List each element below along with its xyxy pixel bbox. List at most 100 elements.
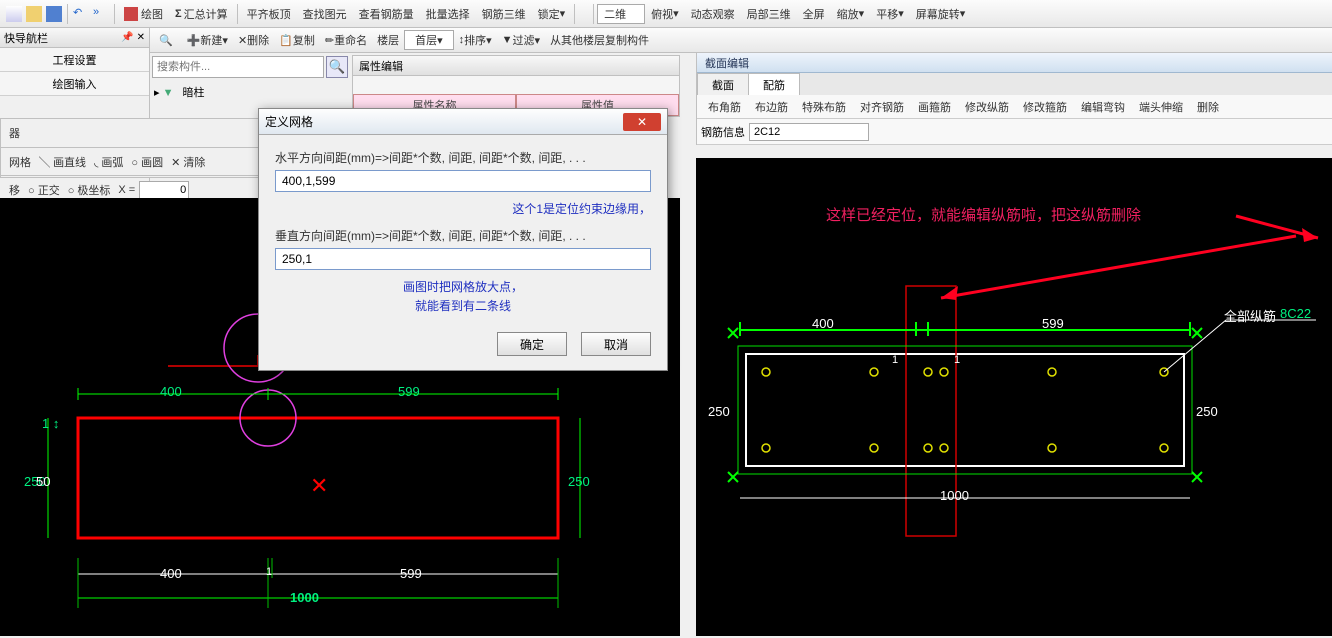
r-dim-1000: 1000 — [940, 488, 969, 503]
dim-599-top: 599 — [398, 384, 420, 399]
tool-modify-long[interactable]: 修改纵筋 — [958, 99, 1016, 115]
new-icon[interactable] — [6, 6, 22, 22]
svg-text:✕: ✕ — [310, 473, 328, 498]
x-input[interactable] — [139, 181, 189, 199]
floor-label: 楼层 — [372, 32, 404, 48]
tool-draw-stirrup[interactable]: 画箍筋 — [911, 99, 958, 115]
tool-special-bar[interactable]: 特殊布筋 — [795, 99, 853, 115]
section-editor-title: 截面编辑 — [697, 53, 1332, 73]
draw-arc-button[interactable]: ◟ 画弧 — [90, 154, 127, 170]
component-toolbar: 🔍 ➕ 新建 ▾ ✕ 删除 📋 复制 ✏ 重命名 楼层 首层 ▾ ↕ 排序 ▾ … — [150, 28, 1332, 53]
rebar-info-label: 钢筋信息 — [701, 124, 745, 140]
copy-component-button[interactable]: 📋 复制 — [274, 32, 320, 48]
r-dim-1a: 1 — [892, 354, 898, 366]
ortho-radio[interactable]: ○ 正交 — [24, 182, 64, 198]
view-2d-select[interactable]: 二维 — [597, 4, 645, 24]
main-toolbar: ↶ » 绘图 Σ汇总计算 平齐板顶 查找图元 查看钢筋量 批量选择 钢筋三维 锁… — [0, 0, 1332, 28]
draw-circle-button[interactable]: ○ 画圆 — [127, 154, 167, 170]
draw-toolstrip: 器 网格 ╲ 画直线 ◟ 画弧 ○ 画圆 ✕ 清除 移 ○ 正交 ○ 极坐标 X… — [0, 118, 260, 178]
tool-edit-hook[interactable]: 编辑弯钩 — [1074, 99, 1132, 115]
delete-component-button[interactable]: ✕ 删除 — [233, 32, 274, 48]
dialog-note-2b: 就能看到有二条线 — [275, 297, 651, 314]
tree-item[interactable]: 暗柱 — [183, 87, 205, 99]
define-grid-dialog: 定义网格 ✕ 水平方向间距(mm)=>间距*个数, 间距, 间距*个数, 间距,… — [258, 108, 668, 371]
h-spacing-input[interactable] — [275, 170, 651, 192]
r-dim-599: 599 — [1042, 316, 1064, 331]
right-canvas[interactable]: 这样已经定位，就能编辑纵筋啦，把这纵筋删除 400 599 1 1 250 25… — [696, 158, 1332, 636]
tool-delete[interactable]: 删除 — [1190, 99, 1226, 115]
section-editor-panel: 截面编辑 截面 配筋 布角筋 布边筋 特殊布筋 对齐钢筋 画箍筋 修改纵筋 修改… — [696, 53, 1332, 145]
sidebar-pin-icon[interactable]: 📌 ✕ — [121, 32, 145, 43]
editor-label: 器 — [5, 125, 24, 141]
v-spacing-input[interactable] — [275, 248, 651, 270]
sidebar-title: 快导航栏 📌 ✕ — [0, 28, 149, 48]
r-dim-250-l: 250 — [708, 404, 730, 419]
search-button[interactable]: 🔍 — [326, 56, 348, 78]
draw-button[interactable]: 绘图 — [118, 6, 169, 22]
save-icon[interactable] — [46, 6, 62, 22]
screen-rotate-button[interactable]: 屏幕旋转 ▾ — [910, 6, 972, 22]
section-tools: 布角筋 布边筋 特殊布筋 对齐钢筋 画箍筋 修改纵筋 修改箍筋 编辑弯钩 端头伸… — [697, 95, 1332, 119]
draw-line-button[interactable]: ╲ 画直线 — [35, 154, 90, 170]
rename-component-button[interactable]: ✏ 重命名 — [320, 32, 372, 48]
partial-3d-button[interactable]: 局部三维 — [741, 6, 797, 22]
right-drawing-svg — [696, 158, 1332, 638]
property-title: 属性编辑 — [353, 56, 679, 76]
new-component-button[interactable]: ➕ 新建 ▾ — [182, 32, 233, 48]
component-search-row: 🔍 — [150, 53, 350, 81]
sidebar-item-project[interactable]: 工程设置 — [0, 48, 149, 72]
tool-modify-stirrup[interactable]: 修改箍筋 — [1016, 99, 1074, 115]
dialog-ok-button[interactable]: 确定 — [497, 332, 567, 356]
sum-button[interactable]: Σ汇总计算 — [169, 6, 234, 22]
floor-select[interactable]: 首层 ▾ — [404, 30, 454, 50]
rebar-all-value: 8C22 — [1280, 306, 1311, 321]
rebar-all-label: 全部纵筋 — [1224, 306, 1276, 325]
batch-select-button[interactable]: 批量选择 — [420, 6, 476, 22]
rebar-3d-button[interactable]: 钢筋三维 — [476, 6, 532, 22]
tool-edge-bar[interactable]: 布边筋 — [748, 99, 795, 115]
filter-button[interactable]: ▼ 过滤 ▾ — [497, 32, 545, 48]
pan-button[interactable]: 平移 ▾ — [870, 6, 910, 22]
component-tree: ▸ ▼ 暗柱 — [150, 80, 350, 104]
polar-radio[interactable]: ○ 极坐标 — [64, 182, 115, 198]
open-icon[interactable] — [26, 6, 42, 22]
dialog-note-1: 这个1是定位约束边缘用， — [275, 200, 651, 217]
r-dim-1b: 1 — [954, 354, 960, 366]
tool-end-extend[interactable]: 端头伸缩 — [1132, 99, 1190, 115]
view-rebar-button[interactable]: 查看钢筋量 — [353, 6, 420, 22]
undo-icon[interactable]: ↶ — [73, 6, 89, 22]
dim-400-top: 400 — [160, 384, 182, 399]
tree-toggle-icon[interactable]: ▸ — [154, 87, 160, 99]
grid-tab[interactable]: 网格 — [5, 154, 35, 170]
v-spacing-label: 垂直方向间距(mm)=>间距*个数, 间距, 间距*个数, 间距, . . . — [275, 227, 651, 244]
find-button[interactable]: 查找图元 — [297, 6, 353, 22]
clear-button[interactable]: ✕ 清除 — [167, 154, 209, 170]
copy-from-floor-button[interactable]: 从其他楼层复制构件 — [545, 32, 654, 48]
align-top-button[interactable]: 平齐板顶 — [241, 6, 297, 22]
right-annotation: 这样已经定位，就能编辑纵筋啦，把这纵筋删除 — [826, 204, 1141, 225]
tab-rebar[interactable]: 配筋 — [748, 73, 800, 95]
fullscreen-button[interactable]: 全屏 — [797, 6, 831, 22]
dialog-title: 定义网格 — [265, 113, 313, 130]
filter-icon[interactable]: ▼ — [163, 87, 174, 99]
lock-button[interactable]: 锁定 ▾ — [532, 6, 572, 22]
search-icon[interactable]: 🔍 — [154, 34, 178, 47]
dialog-cancel-button[interactable]: 取消 — [581, 332, 651, 356]
search-input[interactable] — [152, 56, 324, 78]
tool-align-bar[interactable]: 对齐钢筋 — [853, 99, 911, 115]
dim-1-bot: 1 — [266, 566, 272, 578]
x-label: X = — [114, 184, 139, 196]
top-view-button[interactable]: 俯视 ▾ — [645, 6, 685, 22]
tool-corner-bar[interactable]: 布角筋 — [701, 99, 748, 115]
dialog-note-2a: 画图时把网格放大点， — [275, 278, 651, 295]
zoom-button[interactable]: 缩放 ▾ — [831, 6, 871, 22]
tab-section[interactable]: 截面 — [697, 73, 749, 95]
dynamic-observe-button[interactable]: 动态观察 — [685, 6, 741, 22]
dialog-close-button[interactable]: ✕ — [623, 113, 661, 131]
redo-icon[interactable]: » — [93, 6, 109, 22]
dim-1000: 1000 — [290, 590, 319, 605]
rebar-info-input[interactable] — [749, 123, 869, 141]
sort-button[interactable]: ↕ 排序 ▾ — [454, 32, 497, 48]
dim-250-right: 250 — [568, 474, 590, 489]
sidebar-item-drawing[interactable]: 绘图输入 — [0, 72, 149, 96]
